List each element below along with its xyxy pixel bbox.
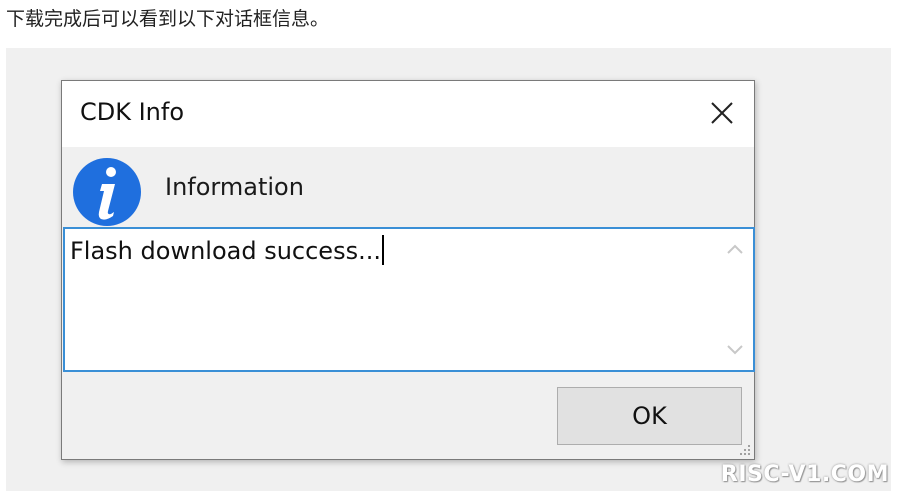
dialog-title: CDK Info: [80, 98, 185, 126]
ok-button[interactable]: OK: [557, 387, 742, 445]
scroll-up-button[interactable]: [725, 239, 745, 259]
close-icon: [711, 102, 733, 124]
message-text: Flash download success...: [70, 235, 384, 265]
info-header: Information: [62, 147, 754, 227]
message-textbox[interactable]: Flash download success...: [63, 227, 755, 372]
chevron-up-icon: [727, 244, 743, 254]
caption-text: 下载完成后可以看到以下对话框信息。: [6, 8, 330, 30]
info-heading: Information: [165, 173, 304, 201]
cdk-info-dialog: CDK Info Information Flash download succ…: [61, 80, 755, 460]
chevron-down-icon: [727, 345, 743, 355]
info-icon: [73, 158, 141, 226]
scroll-down-button[interactable]: [725, 340, 745, 360]
text-caret: [381, 235, 384, 265]
site-watermark: RISC-V1.COM: [720, 462, 889, 487]
resize-grip-icon[interactable]: [738, 443, 752, 457]
vertical-scrollbar[interactable]: [717, 229, 753, 370]
close-button[interactable]: [700, 91, 744, 135]
dialog-titlebar: CDK Info: [62, 81, 754, 147]
